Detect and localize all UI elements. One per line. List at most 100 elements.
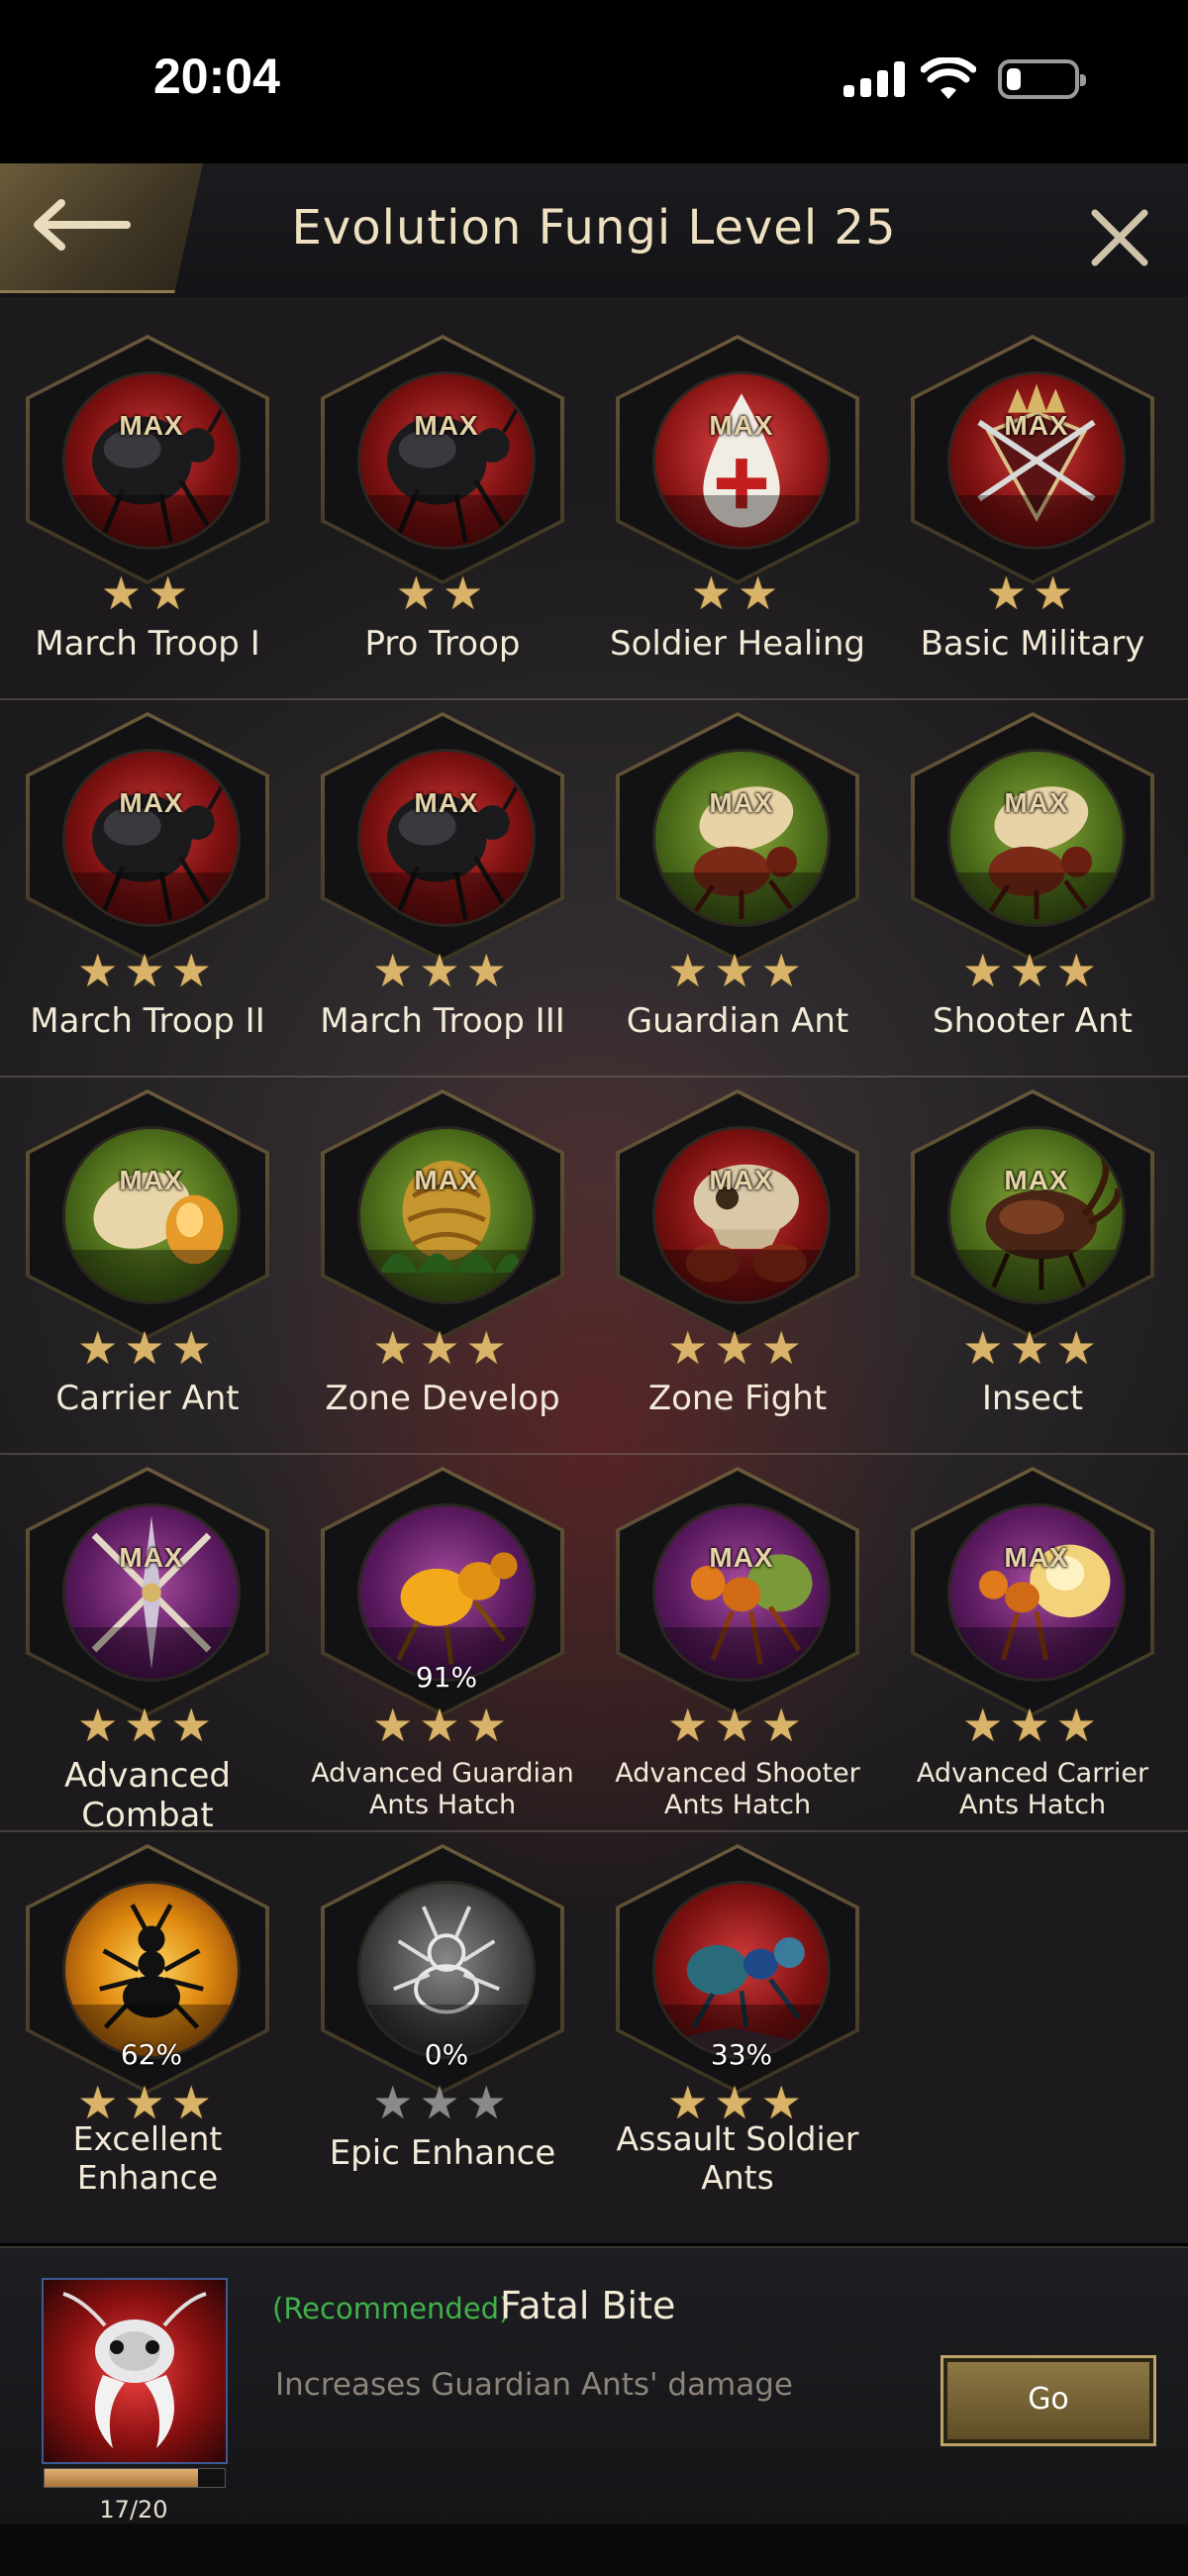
- evolution-node-carrier-ant[interactable]: MAX ★★★ Carrier Ant: [4, 1082, 291, 1460]
- hex-frame: MAX: [321, 1089, 564, 1339]
- node-label: Basic Military: [920, 624, 1145, 664]
- fatal-bite-skill-icon[interactable]: [42, 2278, 228, 2464]
- evolution-node-advanced-guardian-ants-hatch[interactable]: 91% ★★★ Advanced Guardian Ants Hatch: [299, 1459, 586, 1837]
- hex-frame: MAX: [911, 1089, 1154, 1339]
- max-badge: MAX: [1004, 1165, 1069, 1195]
- node-label: March Troop III: [320, 1001, 565, 1041]
- node-label: Zone Develop: [325, 1379, 560, 1418]
- star-rating: ★★: [690, 567, 785, 620]
- hex-frame: MAX: [321, 335, 564, 584]
- max-badge: MAX: [414, 1165, 479, 1195]
- node-label: Excellent Enhance: [72, 2119, 223, 2197]
- node-label: Assault Soldier Ants: [616, 2119, 859, 2197]
- hex-frame: MAX: [616, 712, 859, 962]
- node-label: Advanced Guardian Ants Hatch: [311, 1758, 574, 1820]
- star-rating: ★★★: [372, 2076, 513, 2129]
- evolution-node-guardian-ant[interactable]: MAX ★★★ Guardian Ant: [594, 704, 881, 1082]
- hex-frame: 62%: [26, 1844, 269, 2094]
- evolution-node-pro-troop[interactable]: MAX ★★ Pro Troop: [299, 327, 586, 705]
- evolution-node-soldier-healing[interactable]: MAX ★★ Soldier Healing: [594, 327, 881, 705]
- star-rating: ★★★: [667, 944, 808, 997]
- progress-percent: 62%: [120, 2038, 183, 2071]
- node-emblem: [652, 1881, 831, 2059]
- hex-frame: 91%: [321, 1467, 564, 1716]
- evolution-node-march-troop-ii[interactable]: MAX ★★★ March Troop II: [4, 704, 291, 1082]
- hex-frame: MAX: [26, 1089, 269, 1339]
- star-rating: ★★★: [372, 944, 513, 997]
- hex-frame: 0%: [321, 1844, 564, 2094]
- node-emblem: [62, 371, 241, 550]
- node-emblem: [62, 1503, 241, 1682]
- star-rating: ★★★: [372, 1321, 513, 1375]
- wifi-icon: [921, 57, 976, 99]
- star-rating: ★★★: [962, 1321, 1103, 1375]
- node-emblem: [947, 371, 1126, 550]
- max-badge: MAX: [414, 410, 479, 441]
- evolution-node-advanced-shooter-ants-hatch[interactable]: MAX ★★★ Advanced Shooter Ants Hatch: [594, 1459, 881, 1837]
- evolution-node-insect[interactable]: MAX ★★★ Insect: [889, 1082, 1176, 1460]
- node-emblem: [947, 749, 1126, 927]
- status-bar: 20:04: [0, 0, 1188, 163]
- max-badge: MAX: [709, 1165, 774, 1195]
- node-emblem: [357, 1881, 536, 2059]
- hex-frame: MAX: [911, 1467, 1154, 1716]
- node-emblem: [652, 371, 831, 550]
- evolution-node-zone-develop[interactable]: MAX ★★★ Zone Develop: [299, 1082, 586, 1460]
- max-badge: MAX: [414, 787, 479, 818]
- evolution-node-assault-soldier-ants[interactable]: 33% ★★★ Assault Soldier Ants: [594, 1836, 881, 2215]
- skill-description: Increases Guardian Ants' damage: [275, 2367, 794, 2403]
- node-emblem: [357, 1126, 536, 1304]
- hex-frame: MAX: [911, 335, 1154, 584]
- recommendation-panel: 17/20 (Recommended) Fatal Bite Increases…: [0, 2246, 1188, 2525]
- star-rating: ★★★: [77, 1699, 218, 1752]
- progress-percent: 33%: [710, 2038, 773, 2071]
- hex-frame: MAX: [321, 712, 564, 962]
- node-emblem: [62, 1126, 241, 1304]
- evolution-node-advanced-combat[interactable]: MAX ★★★ Advanced Combat: [4, 1459, 291, 1837]
- node-label: Advanced Shooter Ants Hatch: [615, 1758, 860, 1820]
- hex-frame: MAX: [911, 712, 1154, 962]
- status-time: 20:04: [153, 49, 280, 104]
- evolution-node-shooter-ant[interactable]: MAX ★★★ Shooter Ant: [889, 704, 1176, 1082]
- bottom-strip: [0, 2524, 1188, 2576]
- max-badge: MAX: [1004, 787, 1069, 818]
- node-label: Carrier Ant: [55, 1379, 240, 1418]
- hex-frame: MAX: [26, 712, 269, 962]
- skill-progress-fill: [45, 2469, 198, 2487]
- max-badge: MAX: [709, 787, 774, 818]
- star-rating: ★★★: [667, 1321, 808, 1375]
- star-rating: ★★★: [962, 1699, 1103, 1752]
- evolution-node-advanced-carrier-ants-hatch[interactable]: MAX ★★★ Advanced Carrier Ants Hatch: [889, 1459, 1176, 1837]
- progress-percent: 91%: [415, 1661, 478, 1694]
- max-badge: MAX: [119, 787, 184, 818]
- node-label: March Troop II: [30, 1001, 265, 1041]
- evolution-node-march-troop-i[interactable]: MAX ★★ March Troop I: [4, 327, 291, 705]
- go-button[interactable]: Go: [940, 2355, 1156, 2446]
- evolution-node-zone-fight[interactable]: MAX ★★★ Zone Fight: [594, 1082, 881, 1460]
- node-emblem: [357, 371, 536, 550]
- star-rating: ★★★: [77, 944, 218, 997]
- max-badge: MAX: [709, 1542, 774, 1573]
- max-badge: MAX: [119, 410, 184, 441]
- node-label: Advanced Combat: [64, 1756, 231, 1835]
- battery-icon: [998, 59, 1086, 99]
- evolution-node-excellent-enhance[interactable]: 62% ★★★ Excellent Enhance: [4, 1836, 291, 2215]
- max-badge: MAX: [1004, 1542, 1069, 1573]
- evolution-node-basic-military[interactable]: MAX ★★ Basic Military: [889, 327, 1176, 705]
- close-button[interactable]: [1085, 203, 1154, 272]
- evolution-node-march-troop-iii[interactable]: MAX ★★★ March Troop III: [299, 704, 586, 1082]
- header-bar: Evolution Fungi Level 25: [0, 163, 1188, 299]
- node-emblem: [652, 1503, 831, 1682]
- node-label: Advanced Carrier Ants Hatch: [916, 1758, 1149, 1820]
- evolution-node-epic-enhance[interactable]: 0% ★★★ Epic Enhance: [299, 1836, 586, 2215]
- max-badge: MAX: [119, 1542, 184, 1573]
- node-emblem: [357, 749, 536, 927]
- ant-mandible-icon: [62, 2292, 207, 2448]
- skill-name: Fatal Bite: [500, 2284, 676, 2327]
- star-rating: ★★★: [372, 1699, 513, 1752]
- skill-progress-bar: [44, 2468, 226, 2488]
- page-title: Evolution Fungi Level 25: [291, 200, 897, 256]
- skill-progress-text: 17/20: [99, 2496, 168, 2524]
- node-label: Guardian Ant: [626, 1001, 849, 1041]
- node-emblem: [357, 1503, 536, 1682]
